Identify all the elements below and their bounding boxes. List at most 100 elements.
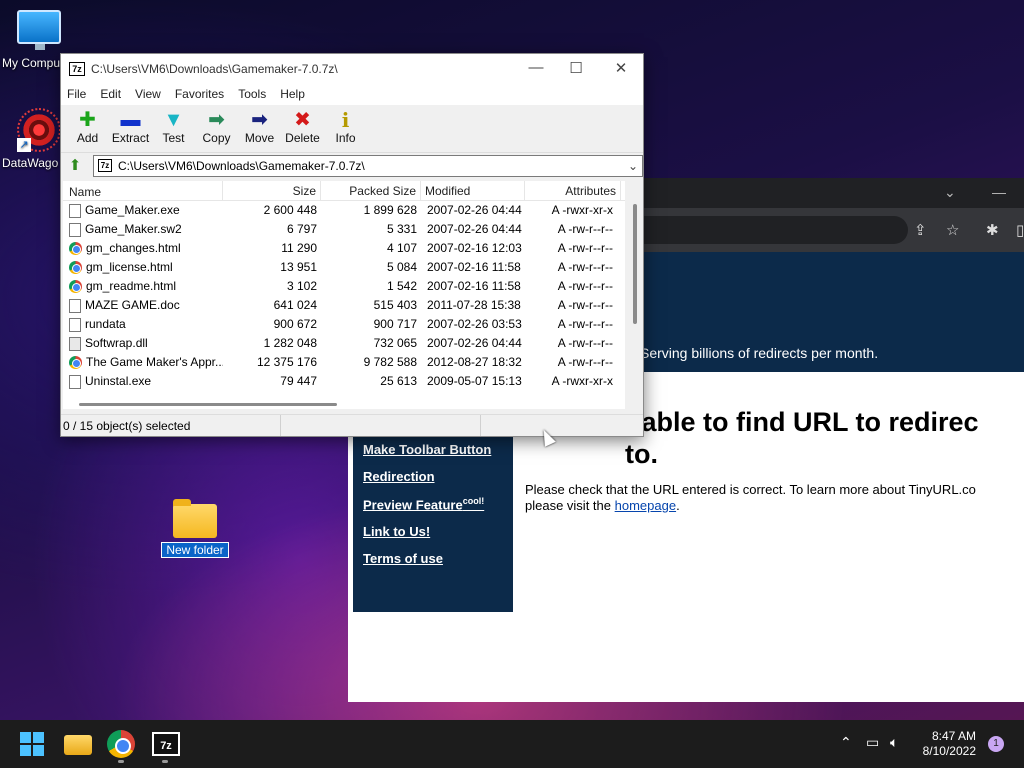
path-bar: ⬆ 7z C:\Users\VM6\Downloads\Gamemaker-7.…: [61, 153, 643, 179]
extract-button[interactable]: ▬ Extract: [109, 105, 152, 152]
table-row[interactable]: Softwrap.dll 1 282 048 732 065 2007-02-26 0…: [63, 334, 625, 353]
folder-up-icon[interactable]: ⬆: [65, 156, 85, 176]
table-row[interactable]: Game_Maker.exe 2 600 448 1 899 628 2007-02-…: [63, 201, 625, 220]
cell-size: 12 375 176: [256, 355, 317, 369]
status-cell-3: [481, 415, 641, 436]
file-explorer-icon[interactable]: [64, 735, 92, 755]
minimize-icon[interactable]: —: [992, 184, 1006, 200]
cell-name: Game_Maker.exe: [63, 201, 223, 220]
cell-size: 13 951: [280, 260, 317, 274]
cell-name: gm_changes.html: [63, 239, 223, 258]
datawagon-icon: ↗: [17, 108, 61, 152]
cell-size: 79 447: [280, 374, 317, 388]
cell-size: 641 024: [273, 298, 317, 312]
copy-icon: ➡: [208, 109, 225, 131]
cell-name: Uninstal.exe: [63, 372, 223, 391]
running-indicator: [118, 760, 124, 763]
link-terms-of-use[interactable]: Terms of use: [363, 551, 503, 566]
col-name[interactable]: Name: [63, 181, 223, 200]
vertical-scrollbar[interactable]: [633, 204, 637, 324]
close-button[interactable]: ✕: [606, 59, 636, 77]
table-row[interactable]: Uninstal.exe 79 447 25 613 2009-05-07 15:13…: [63, 372, 625, 391]
col-modified[interactable]: Modified: [421, 181, 525, 200]
cell-size: 2 600 448: [263, 203, 317, 217]
test-button[interactable]: ▼ Test: [152, 105, 195, 152]
cell-modified: 2007-02-16 12:03: [427, 241, 522, 255]
cell-attributes: A -rw-r--r--: [557, 260, 613, 274]
title-bar[interactable]: 7z C:\Users\VM6\Downloads\Gamemaker-7.0.…: [61, 54, 643, 84]
homepage-link[interactable]: homepage: [615, 498, 676, 513]
cell-name: The Game Maker's Appr...: [63, 353, 223, 372]
table-row[interactable]: gm_readme.html 3 102 1 542 2007-02-16 11:58…: [63, 277, 625, 296]
chrome-icon[interactable]: [107, 730, 135, 758]
add-label: Add: [76, 131, 99, 145]
sevenzip-taskbar-icon[interactable]: 7z: [152, 732, 180, 756]
side-panel-icon[interactable]: ▯: [1016, 221, 1024, 239]
move-button[interactable]: ➡ Move: [238, 105, 281, 152]
sevenzip-window[interactable]: 7z C:\Users\VM6\Downloads\Gamemaker-7.0.…: [60, 53, 644, 437]
chrome-html-icon: [69, 356, 82, 369]
chrome-html-icon: [69, 261, 82, 274]
menu-edit[interactable]: Edit: [100, 84, 128, 105]
copy-label: Copy: [202, 131, 231, 145]
table-row[interactable]: gm_license.html 13 951 5 084 2007-02-16 11:…: [63, 258, 625, 277]
maximize-button[interactable]: ☐: [561, 59, 591, 77]
network-icon[interactable]: ▭: [866, 734, 879, 751]
file-name: The Game Maker's Appr...: [86, 355, 223, 369]
file-list[interactable]: Name Size Packed Size Modified Attribute…: [63, 181, 625, 409]
minimize-button[interactable]: —: [521, 59, 551, 76]
menu-favorites[interactable]: Favorites: [175, 84, 231, 105]
info-button[interactable]: i Info: [324, 105, 367, 152]
error-message-end: .: [676, 498, 680, 513]
bookmark-star-icon[interactable]: ☆: [946, 221, 959, 239]
table-row[interactable]: The Game Maker's Appr... 12 375 176 9 782 …: [63, 353, 625, 372]
notification-badge[interactable]: 1: [988, 736, 1004, 752]
copy-button[interactable]: ➡ Copy: [195, 105, 238, 152]
col-packed-size[interactable]: Packed Size: [321, 181, 421, 200]
desktop-icon-new-folder[interactable]: New folder: [158, 499, 232, 558]
share-icon[interactable]: ⇪: [914, 221, 927, 239]
clock[interactable]: 8:47 AM 8/10/2022: [923, 729, 976, 759]
volume-icon[interactable]: 🔈︎: [890, 734, 898, 751]
test-icon: ▼: [163, 109, 184, 131]
link-preview-feature[interactable]: Preview Featurecool!: [363, 496, 503, 512]
new-folder-rename-field[interactable]: New folder: [161, 542, 229, 558]
file-name: gm_readme.html: [86, 279, 177, 293]
link-redirection[interactable]: Redirection: [363, 469, 503, 484]
menu-tools[interactable]: Tools: [238, 84, 273, 105]
file-name: rundata: [85, 317, 126, 331]
menu-help[interactable]: Help: [280, 84, 312, 105]
cell-packed-size: 1 542: [386, 279, 417, 293]
move-icon: ➡: [251, 109, 268, 131]
cell-name: MAZE GAME.doc: [63, 296, 223, 315]
link-make-toolbar-button[interactable]: Make Toolbar Button: [363, 442, 503, 457]
tab-list-icon[interactable]: ⌄: [944, 184, 956, 201]
file-icon: [69, 222, 81, 237]
path-combobox[interactable]: 7z C:\Users\VM6\Downloads\Gamemaker-7.0.…: [93, 155, 643, 177]
menu-view[interactable]: View: [135, 84, 168, 105]
delete-button[interactable]: ✖ Delete: [281, 105, 324, 152]
add-button[interactable]: ✚ Add: [66, 105, 109, 152]
table-row[interactable]: rundata 900 672 900 717 2007-02-26 03:53 A -…: [63, 315, 625, 334]
archive-icon: 7z: [98, 159, 112, 172]
table-row[interactable]: MAZE GAME.doc 641 024 515 403 2011-07-28 15…: [63, 296, 625, 315]
clock-date: 8/10/2022: [922, 744, 976, 758]
cell-modified: 2007-02-26 03:53: [427, 317, 522, 331]
table-row[interactable]: gm_changes.html 11 290 4 107 2007-02-16 12:…: [63, 239, 625, 258]
table-row[interactable]: Game_Maker.sw2 6 797 5 331 2007-02-26 04:44…: [63, 220, 625, 239]
col-size[interactable]: Size: [223, 181, 321, 200]
chevron-up-icon[interactable]: ⌃: [840, 734, 852, 751]
horizontal-scrollbar[interactable]: [79, 403, 337, 406]
col-attributes[interactable]: Attributes: [525, 181, 621, 200]
chevron-down-icon[interactable]: ⌄: [628, 159, 638, 173]
status-selection: 0 / 15 object(s) selected: [61, 415, 281, 436]
menu-file[interactable]: File: [67, 84, 93, 105]
path-value: C:\Users\VM6\Downloads\Gamemaker-7.0.7z\: [118, 159, 365, 173]
chrome-html-icon: [69, 242, 82, 255]
extensions-icon[interactable]: ✱: [986, 221, 999, 239]
start-button[interactable]: [18, 730, 46, 758]
cool-badge: cool!: [462, 496, 485, 506]
cell-attributes: A -rw-r--r--: [557, 241, 613, 255]
link-link-to-us[interactable]: Link to Us!: [363, 524, 503, 539]
cell-modified: 2007-02-16 11:58: [427, 279, 521, 293]
